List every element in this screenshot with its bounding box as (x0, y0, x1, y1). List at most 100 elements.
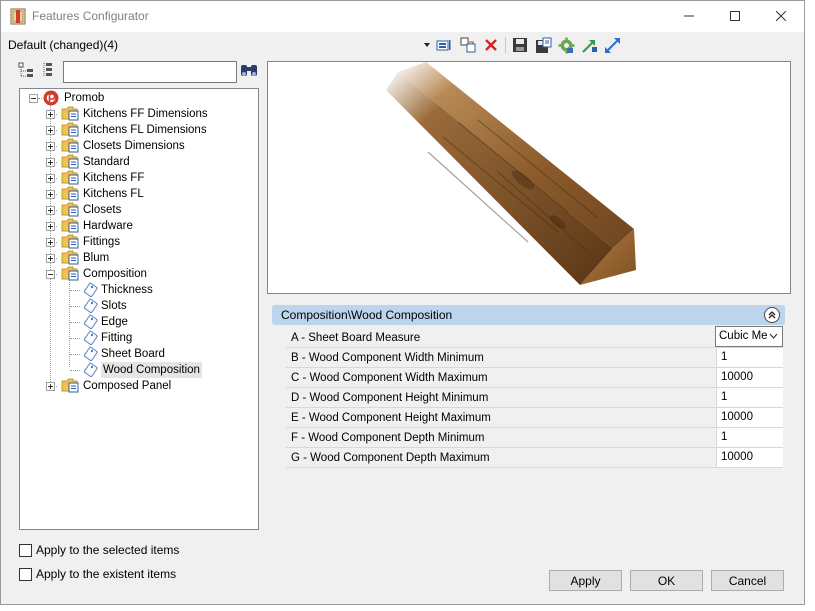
folder-icon (61, 378, 79, 393)
binoculars-icon[interactable] (239, 62, 259, 80)
tree-subitem[interactable]: Fitting (20, 330, 258, 346)
copy-button[interactable] (459, 36, 477, 54)
expand-icon[interactable] (46, 382, 55, 391)
properties-header[interactable]: Composition\Wood Composition (272, 305, 785, 325)
property-row: D - Wood Component Height Minimum 1 (286, 388, 783, 408)
tree-item-label: Kitchens FF Dimensions (83, 108, 208, 120)
apply-button[interactable]: Apply (549, 570, 622, 591)
tree-item-label: Composition (83, 268, 147, 280)
apply-selected-checkbox[interactable] (19, 543, 32, 557)
tree-subitem-label: Edge (101, 316, 128, 328)
chevron-down-icon[interactable] (423, 41, 431, 49)
minimize-button[interactable] (666, 1, 712, 31)
tree-item[interactable]: Composed Panel (20, 378, 258, 394)
tree-subitem-label: Fitting (101, 332, 133, 344)
expand-icon[interactable] (46, 254, 55, 263)
collapse-section-button[interactable] (764, 307, 780, 323)
collapse-icon[interactable] (46, 270, 55, 279)
property-label: D - Wood Component Height Minimum (291, 392, 489, 404)
close-button[interactable] (758, 1, 804, 31)
feature-item-icon (83, 330, 98, 346)
tree-item[interactable]: Kitchens FF (20, 170, 258, 186)
expand-icon[interactable] (46, 126, 55, 135)
property-value-field[interactable]: 1 (716, 388, 783, 407)
sheet-board-measure-select[interactable]: Cubic Me (715, 326, 783, 347)
tree-subitem[interactable]: Wood Composition (20, 362, 258, 378)
collapse-icon[interactable] (29, 94, 38, 103)
export-icon (604, 37, 620, 53)
tree-item-label: Hardware (83, 220, 133, 232)
tree-item[interactable]: Kitchens FF Dimensions (20, 106, 258, 122)
tree-item[interactable]: Composition (20, 266, 258, 282)
expand-icon[interactable] (46, 238, 55, 247)
preset-selector[interactable]: Default (changed)(4) (8, 38, 118, 52)
tree-subitem-label: Thickness (101, 284, 153, 296)
cancel-button[interactable]: Cancel (711, 570, 784, 591)
apply-selected-option[interactable]: Apply to the selected items (19, 542, 179, 558)
folder-icon (61, 154, 79, 169)
save-as-icon (535, 37, 551, 53)
expand-icon[interactable] (46, 190, 55, 199)
tree-subitem[interactable]: Thickness (20, 282, 258, 298)
tree-item[interactable]: Kitchens FL (20, 186, 258, 202)
property-value-field[interactable]: 10000 (716, 448, 783, 467)
tree-root-label: Promob (64, 92, 105, 104)
settings-button[interactable] (557, 36, 575, 54)
property-value-field[interactable]: 1 (716, 348, 783, 367)
settings-icon (558, 37, 574, 53)
preview-panel (267, 61, 791, 294)
expand-icon[interactable] (46, 158, 55, 167)
property-label: G - Wood Component Depth Maximum (291, 452, 490, 464)
expand-tree-icon[interactable] (17, 61, 35, 79)
tree-item-label: Kitchens FF (83, 172, 145, 184)
tree-item[interactable]: Closets Dimensions (20, 138, 258, 154)
expand-icon[interactable] (46, 174, 55, 183)
tree-item[interactable]: Kitchens FL Dimensions (20, 122, 258, 138)
delete-button[interactable] (482, 36, 500, 54)
folder-icon (61, 250, 79, 265)
maximize-button[interactable] (712, 1, 758, 31)
properties-title: Composition\Wood Composition (281, 308, 453, 322)
apply-existent-checkbox[interactable] (19, 567, 32, 581)
collapse-tree-icon[interactable] (41, 61, 59, 79)
tree-root-promob[interactable]: Promob (20, 90, 258, 106)
tree-item[interactable]: Blum (20, 250, 258, 266)
import-button[interactable] (580, 36, 598, 54)
tree-item[interactable]: Standard (20, 154, 258, 170)
add-button[interactable] (436, 36, 454, 54)
tree-item-label: Closets Dimensions (83, 140, 185, 152)
save-button[interactable] (511, 36, 529, 54)
tree-subitem[interactable]: Edge (20, 314, 258, 330)
folder-icon (61, 266, 79, 281)
tree-item-label: Kitchens FL Dimensions (83, 124, 207, 136)
add-icon (436, 40, 451, 51)
property-value-field[interactable]: 10000 (716, 408, 783, 427)
save-as-button[interactable] (534, 36, 552, 54)
expand-icon[interactable] (46, 206, 55, 215)
property-value-field[interactable]: 10000 (716, 368, 783, 387)
feature-tree: Promob Kitchens FF Dimensions Kitchens FL… (19, 88, 259, 530)
tree-item-label: Kitchens FL (83, 188, 144, 200)
tree-subitem[interactable]: Sheet Board (20, 346, 258, 362)
folder-icon (61, 202, 79, 217)
save-icon (513, 38, 527, 52)
ok-button[interactable]: OK (630, 570, 703, 591)
expand-icon[interactable] (46, 110, 55, 119)
tree-item[interactable]: Fittings (20, 234, 258, 250)
search-input[interactable] (63, 61, 237, 83)
property-label: C - Wood Component Width Maximum (291, 372, 488, 384)
chevron-double-up-icon (768, 311, 776, 319)
property-value-field[interactable]: 1 (716, 428, 783, 447)
chevron-down-icon (769, 333, 778, 339)
delete-icon (485, 39, 497, 51)
tree-subitem[interactable]: Slots (20, 298, 258, 314)
apply-existent-option[interactable]: Apply to the existent items (19, 566, 176, 582)
expand-icon[interactable] (46, 142, 55, 151)
tree-item[interactable]: Closets (20, 202, 258, 218)
export-button[interactable] (603, 36, 621, 54)
tree-item[interactable]: Hardware (20, 218, 258, 234)
folder-icon (61, 122, 79, 137)
expand-icon[interactable] (46, 222, 55, 231)
tree-subitem-label: Wood Composition (101, 362, 202, 378)
toolbar: Default (changed)(4) (1, 32, 804, 58)
